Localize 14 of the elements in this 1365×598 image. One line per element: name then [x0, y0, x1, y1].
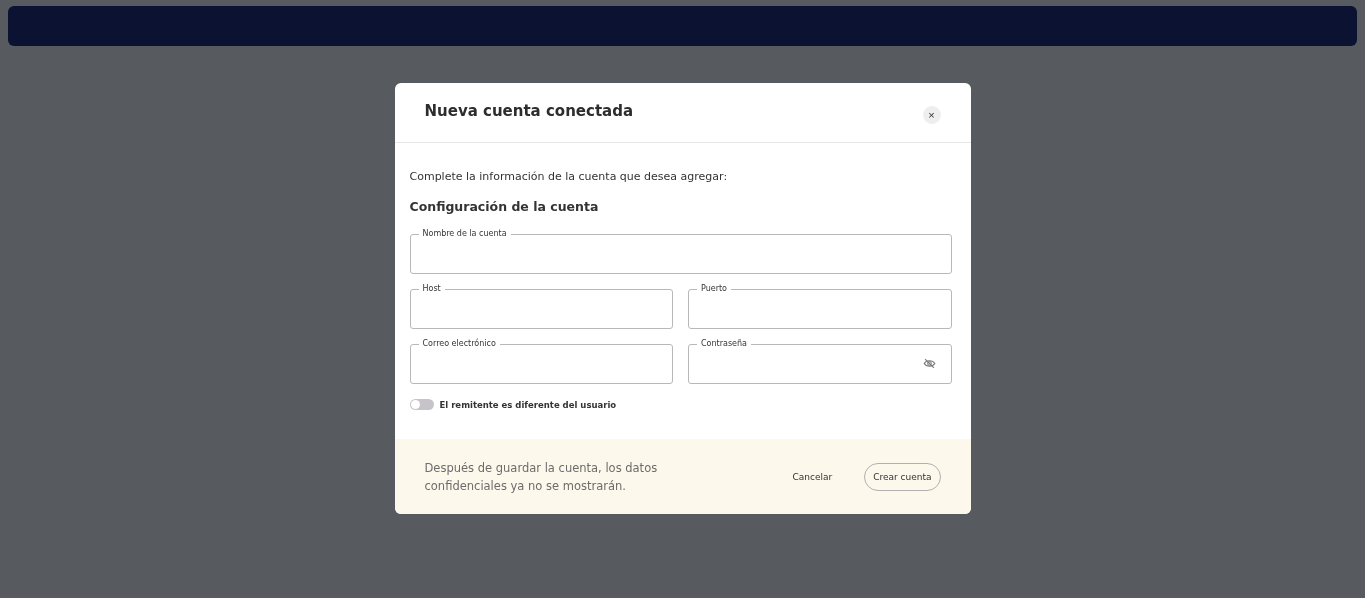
- dialog-title: Nueva cuenta conectada: [424, 102, 634, 120]
- toggle-switch[interactable]: [409, 399, 434, 410]
- section-heading: Configuración de la cuenta: [409, 199, 600, 214]
- intro-text: Complete la información de la cuenta que desea agregar:: [409, 170, 729, 183]
- eye-off-icon[interactable]: [922, 357, 936, 370]
- cancel-button[interactable]: Cancelar: [782, 463, 843, 490]
- input-field[interactable]: Host: [409, 283, 673, 329]
- close-button[interactable]: ×: [922, 105, 941, 124]
- footer-note: Después de guardar la cuenta, los datos confidenciales ya no se mostrarán.: [424, 459, 659, 495]
- input-field[interactable]: Contraseña: [688, 338, 952, 384]
- input-field[interactable]: Puerto: [688, 283, 952, 329]
- input-field[interactable]: Nombre de la cuenta: [409, 228, 952, 274]
- toggle-label: El remitente es diferente del usuario: [439, 399, 617, 410]
- input-field[interactable]: Correo electrónico: [409, 338, 673, 384]
